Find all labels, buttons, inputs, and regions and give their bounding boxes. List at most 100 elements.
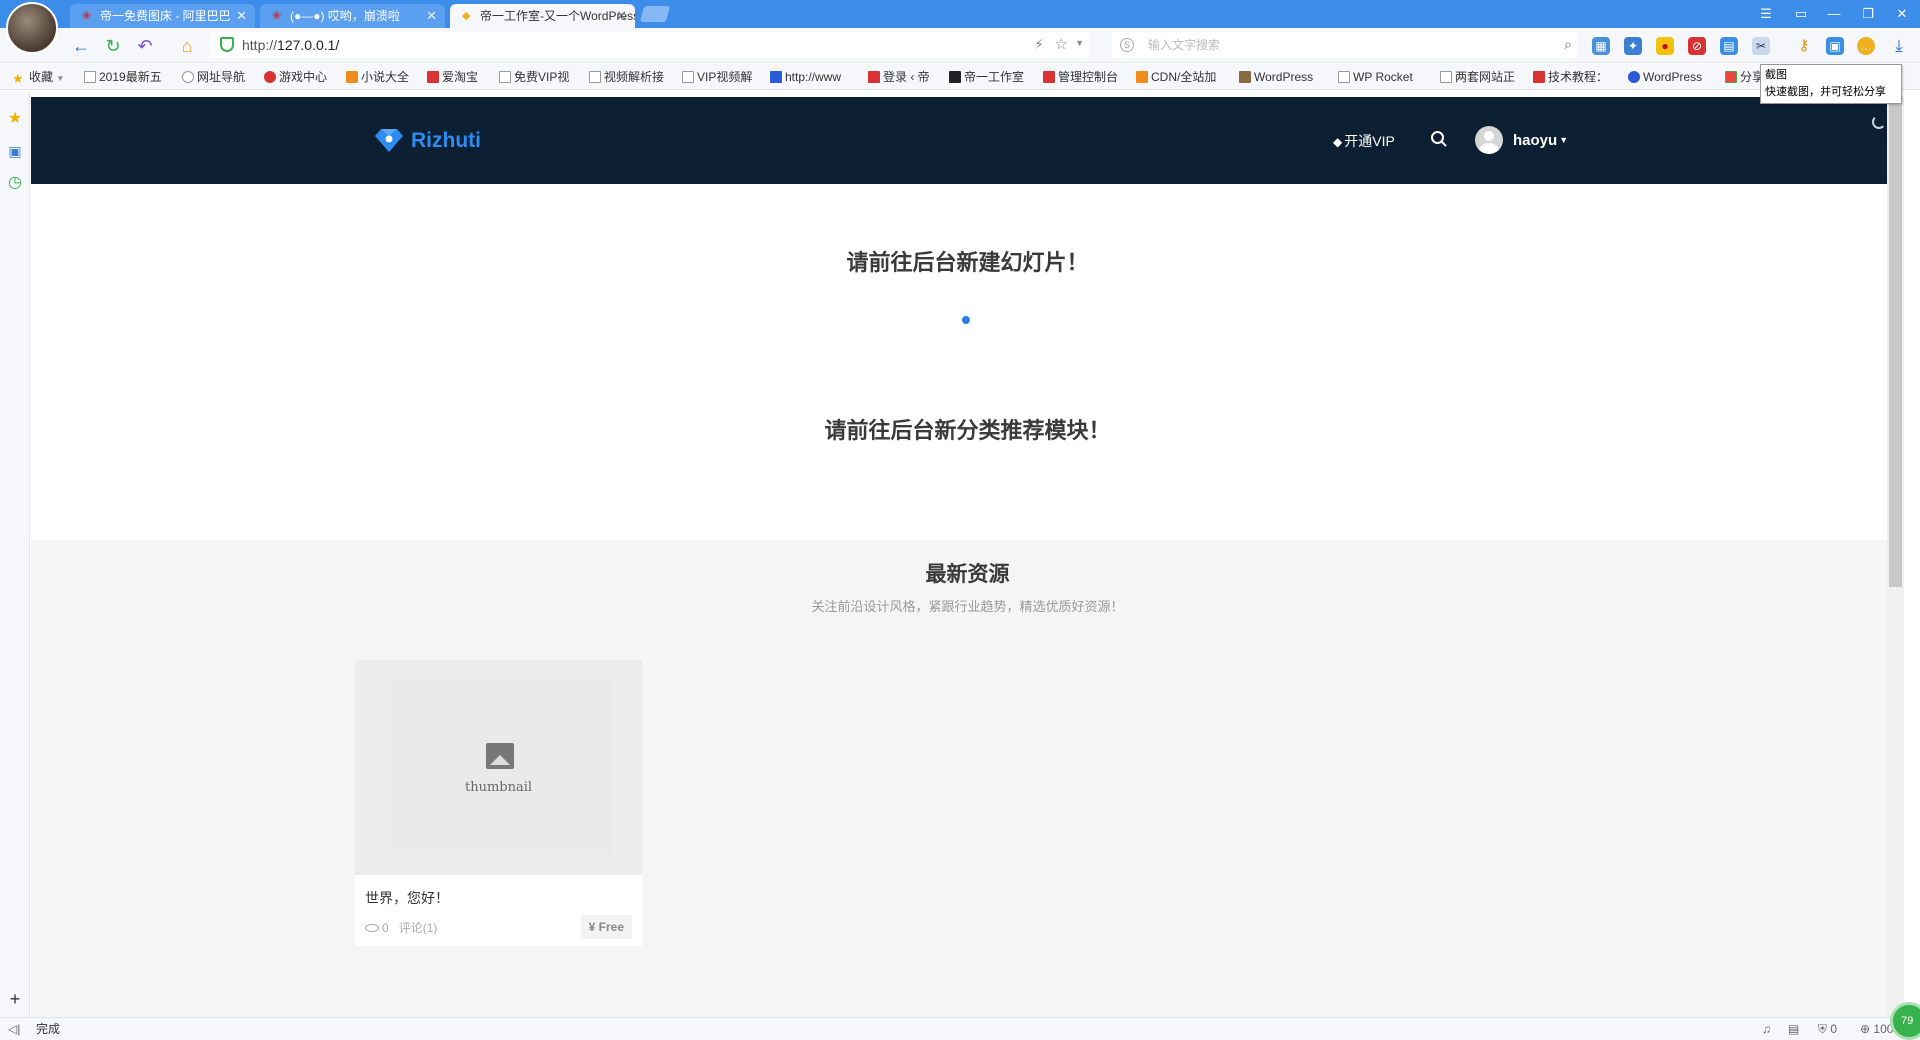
minimize-icon[interactable]: — xyxy=(1823,4,1845,24)
bookmark-item[interactable]: 帝一工作室 xyxy=(949,64,1024,90)
bookmark-item[interactable]: 两套网站正 xyxy=(1440,64,1515,90)
favorite-star-icon[interactable]: ☆ xyxy=(1055,35,1068,53)
bookmark-item[interactable]: VIP视频解 xyxy=(682,64,752,90)
download-icon[interactable]: ⤓ xyxy=(1890,37,1908,55)
bookmark-item[interactable]: 分享 xyxy=(1725,64,1764,90)
bookmark-item[interactable]: 管理控制台 xyxy=(1043,64,1118,90)
block-ext-icon[interactable]: ⊘ xyxy=(1688,37,1706,55)
skin-icon[interactable]: ▭ xyxy=(1790,4,1812,24)
notes-ext-icon[interactable]: ▣ xyxy=(1826,37,1844,55)
huawei-icon xyxy=(1043,71,1055,83)
maple-icon: ❀ xyxy=(272,10,282,22)
undo-icon[interactable]: ↶ xyxy=(134,35,156,57)
status-bar: ◁| 完成 ♫ ▤ ⛨ 0 ⊕ 100% xyxy=(0,1017,1920,1040)
search-icon[interactable] xyxy=(1430,130,1448,148)
calendar-ext-icon[interactable]: ▦ xyxy=(1592,37,1610,55)
scrollbar[interactable] xyxy=(1887,97,1904,1017)
comment-count[interactable]: 评论(1) xyxy=(399,921,438,935)
browser-tab-bar: ❀ 帝一免费图床 - 阿里巴巴 ✕ ❀ (●—●) 哎哟，崩溃啦 ✕ ◆ 帝一工… xyxy=(0,0,1920,28)
sidebar-toggle-icon[interactable]: ◁| xyxy=(8,1018,20,1040)
user-avatar[interactable] xyxy=(6,2,58,54)
search-icon[interactable]: ⌕ xyxy=(1564,36,1572,53)
resource-card[interactable]: thumbnail 世界，您好！ 0 评论(1) ¥ Free xyxy=(355,660,642,946)
page-icon xyxy=(499,71,511,83)
bookmark-item[interactable]: 视频解析接 xyxy=(589,64,664,90)
section-subtitle: 关注前沿设计风格，紧跟行业趋势，精选优质好资源！ xyxy=(811,599,1124,614)
close-icon[interactable]: ✕ xyxy=(616,4,627,28)
bookmark-item[interactable]: 网址导航 xyxy=(182,64,245,90)
security-shield[interactable]: ⛨ 0 xyxy=(1818,1018,1837,1040)
bookmark-item[interactable]: 小说大全 xyxy=(346,64,409,90)
page-icon xyxy=(1338,71,1350,83)
scrollbar-thumb[interactable] xyxy=(1889,97,1902,587)
card-title[interactable]: 世界，您好！ xyxy=(365,888,449,908)
translate-ext-icon[interactable]: ▤ xyxy=(1720,37,1738,55)
close-icon[interactable]: ✕ xyxy=(236,4,247,28)
home-icon[interactable]: ⌂ xyxy=(176,35,198,57)
more-ext-icon[interactable]: … xyxy=(1857,37,1875,55)
restore-icon[interactable]: ❐ xyxy=(1857,4,1879,24)
speed-badge[interactable]: 79 xyxy=(1890,1002,1920,1040)
back-icon[interactable]: ← xyxy=(70,35,92,57)
lightning-icon[interactable]: ⚡ xyxy=(1034,36,1044,53)
slider-pagination-dot[interactable] xyxy=(962,316,970,324)
browser-tab[interactable]: ❀ (●—●) 哎哟，崩溃啦 ✕ xyxy=(260,4,445,28)
refresh-icon[interactable]: ↻ xyxy=(102,35,124,57)
bookmark-item[interactable]: 2019最新五 xyxy=(84,64,162,90)
reader-icon[interactable]: ▣ xyxy=(7,143,23,159)
paw-icon xyxy=(1628,71,1640,83)
menu-icon[interactable]: ☰ xyxy=(1755,4,1777,24)
chevron-down-icon[interactable]: ▼ xyxy=(1075,38,1084,48)
bookmark-item[interactable]: 游戏中心 xyxy=(264,64,327,90)
star-icon: ★ xyxy=(12,71,24,86)
section-title: 最新资源 xyxy=(925,563,1010,586)
bookmark-item[interactable]: WordPress xyxy=(1239,64,1313,90)
vip-button[interactable]: ◆ 开通VIP xyxy=(1333,131,1395,152)
site-logo[interactable]: Rizhuti xyxy=(375,127,481,155)
printer-icon[interactable]: ▤ xyxy=(1788,1018,1799,1040)
tab-label: (●—●) 哎哟，崩溃啦 xyxy=(290,9,400,23)
search-input[interactable]: 输入文字搜索 xyxy=(1148,32,1220,58)
card-thumbnail[interactable]: thumbnail xyxy=(355,660,642,875)
shield-icon xyxy=(220,37,234,52)
browser-tab-active[interactable]: ◆ 帝一工作室-又一个WordPress ✕ xyxy=(450,4,635,28)
screenshot-tooltip: 截图 快速截图，并可轻松分享 xyxy=(1760,64,1902,104)
history-clock-icon[interactable]: ◷ xyxy=(7,175,23,191)
favorites-star-icon[interactable]: ★ xyxy=(7,111,23,127)
tab-label: 帝一免费图床 - 阿里巴巴 xyxy=(100,9,231,23)
cdn-icon xyxy=(1136,71,1148,83)
tech-icon xyxy=(1533,71,1545,83)
add-icon[interactable]: + xyxy=(7,990,23,1008)
thumbnail-label: thumbnail xyxy=(464,780,533,795)
close-icon[interactable]: ✕ xyxy=(426,4,437,28)
bookmark-item[interactable]: WP Rocket xyxy=(1338,64,1413,90)
puzzle-ext-icon[interactable]: ✦ xyxy=(1624,37,1642,55)
screenshot-icon[interactable]: ✂ xyxy=(1752,37,1770,55)
avatar[interactable] xyxy=(1475,126,1503,154)
speaker-icon[interactable]: ♫ xyxy=(1762,1018,1771,1040)
close-window-icon[interactable]: ✕ xyxy=(1891,4,1913,24)
bookmark-item[interactable]: 免费VIP视 xyxy=(499,64,569,90)
bookmark-item[interactable]: CDN/全站加 xyxy=(1136,64,1216,90)
bookmark-item[interactable]: ★ 收藏 ▼ xyxy=(12,64,64,92)
address-bar[interactable]: http://127.0.0.1/ ⚡ ☆ ▼ xyxy=(210,32,1090,58)
url-text[interactable]: http://127.0.0.1/ xyxy=(242,32,339,58)
bookmark-item[interactable]: WordPress xyxy=(1628,64,1702,90)
adblock-ext-icon[interactable]: ● xyxy=(1656,37,1674,55)
diamond-logo-icon xyxy=(375,129,403,152)
status-text: 完成 xyxy=(36,1022,61,1036)
taobao-icon xyxy=(427,71,439,83)
bookmark-item[interactable]: 爱淘宝 xyxy=(427,64,478,90)
bookmark-item[interactable]: 技术教程： xyxy=(1533,64,1608,90)
search-engine-icon: S xyxy=(1120,38,1134,52)
browser-tab[interactable]: ❀ 帝一免费图床 - 阿里巴巴 ✕ xyxy=(70,4,255,28)
yen-icon: ¥ xyxy=(588,920,596,934)
bookmark-item[interactable]: 登录 ‹ 帝 xyxy=(868,64,930,90)
bt-icon xyxy=(949,71,961,83)
user-menu[interactable]: haoyu ▼ xyxy=(1513,130,1568,151)
page-icon xyxy=(682,71,694,83)
new-tab-button[interactable] xyxy=(639,6,671,22)
bookmark-item[interactable]: http://www xyxy=(770,64,841,90)
search-box[interactable]: S 输入文字搜索 ⌕ xyxy=(1112,32,1578,58)
key-ext-icon[interactable]: ⚷ xyxy=(1795,37,1813,55)
